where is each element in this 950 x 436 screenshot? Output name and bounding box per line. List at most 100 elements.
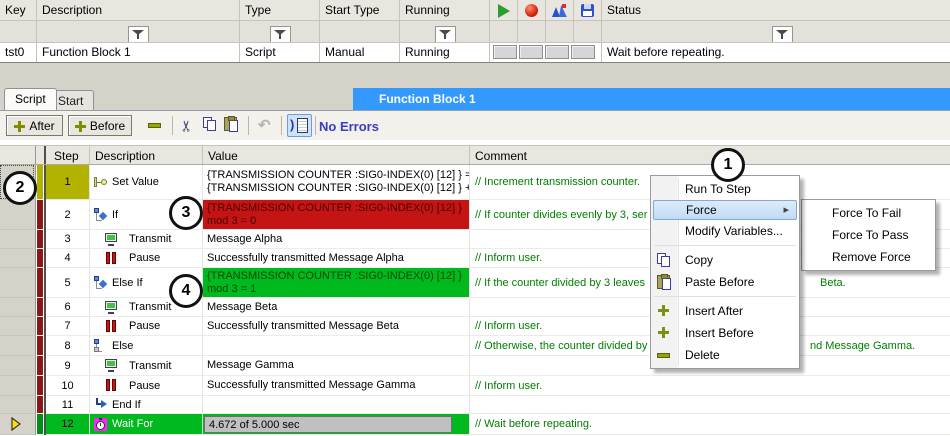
filter-funnel-icon[interactable] — [435, 26, 456, 43]
step-value-cell[interactable]: Message Gamma — [203, 356, 470, 376]
cell-start-type[interactable]: Manual — [320, 43, 400, 62]
annotation-circle-3: 3 — [169, 196, 203, 230]
step-number-cell[interactable]: 10 — [46, 376, 90, 396]
step-number-cell[interactable]: 4 — [46, 249, 90, 268]
step-number-cell[interactable]: 12 — [46, 414, 90, 435]
menu-item-insert-after[interactable]: Insert After — [651, 300, 799, 322]
menu-item-insert-before[interactable]: Insert Before — [651, 322, 799, 344]
copy-icon[interactable] — [203, 117, 217, 131]
annotation-circle-4: 4 — [169, 274, 203, 308]
insert-before-button[interactable]: Before — [68, 115, 132, 136]
step-value-cell[interactable]: Message Alpha — [203, 230, 470, 249]
step-description-label: Pause — [129, 252, 160, 264]
step-number-cell[interactable]: 8 — [46, 336, 90, 356]
step-number-cell[interactable]: 11 — [46, 396, 90, 414]
menu-item-modify-variables[interactable]: Modify Variables... — [651, 220, 799, 242]
submenu-item-force-to-fail[interactable]: Force To Fail — [802, 202, 935, 224]
row-gutter-cell[interactable] — [0, 376, 36, 396]
step-description-cell[interactable]: Pause — [90, 317, 203, 336]
step-description-cell[interactable]: Transmit — [90, 356, 203, 376]
row-state-strip — [36, 376, 46, 396]
paste-icon[interactable] — [224, 117, 237, 131]
step-description-label: Else If — [112, 277, 143, 289]
play-icon[interactable] — [490, 0, 518, 21]
menu-item-paste-before[interactable]: Paste Before — [651, 271, 799, 293]
script-step-row: 6TransmitMessage Beta — [0, 298, 950, 317]
submenu-item-remove-force[interactable]: Remove Force — [802, 246, 935, 268]
step-description-label: Pause — [129, 320, 160, 332]
step-value-cell[interactable]: Message Beta — [203, 298, 470, 317]
step-value-cell[interactable]: Successfully transmitted Message Beta — [203, 317, 470, 336]
row-gutter-cell[interactable] — [0, 356, 36, 376]
step-value-cell[interactable]: Successfully transmitted Message Gamma — [203, 376, 470, 396]
no-errors-status: No Errors — [319, 119, 379, 134]
step-number-cell[interactable]: 5 — [46, 268, 90, 298]
cell-status[interactable]: Wait before repeating. — [602, 43, 950, 62]
script-step-row: 7 Pause Successfully transmitted Message B… — [0, 317, 950, 336]
menu-item-copy[interactable]: Copy — [651, 249, 799, 271]
step-value-cell[interactable]: {TRANSMISSION COUNTER :SIG0-INDEX(0) [12… — [203, 200, 470, 230]
state-button[interactable] — [493, 45, 517, 59]
step-description-cell[interactable]: End If — [90, 396, 203, 414]
step-value-cell[interactable] — [203, 336, 470, 356]
row-gutter-cell[interactable] — [0, 396, 36, 414]
step-number-cell[interactable]: 1 — [46, 165, 90, 200]
cell-type[interactable]: Script — [240, 43, 320, 62]
step-value-cell[interactable] — [203, 396, 470, 414]
row-gutter-cell[interactable] — [0, 298, 36, 317]
step-value-cell[interactable]: {TRANSMISSION COUNTER :SIG0-INDEX(0) [12… — [203, 268, 470, 298]
step-value-cell[interactable]: Successfully transmitted Message Alpha — [203, 249, 470, 268]
row-gutter-cell[interactable] — [0, 317, 36, 336]
monitor-header-row: Key Description Type Start Type Running … — [0, 0, 950, 21]
row-gutter-cell[interactable] — [0, 249, 36, 268]
step-number-cell[interactable]: 7 — [46, 317, 90, 336]
filter-funnel-icon[interactable] — [772, 26, 793, 43]
menu-item-delete[interactable]: Delete — [651, 344, 799, 366]
toolbar-separator — [281, 116, 282, 135]
step-comment-cell[interactable] — [470, 396, 950, 414]
step-comment-cell[interactable]: // Wait before repeating. — [470, 414, 950, 435]
cell-description[interactable]: Function Block 1 — [37, 43, 240, 62]
function-block-row[interactable]: tst0 Function Block 1 Script Manual Runn… — [0, 43, 950, 62]
step-description-cell[interactable]: Else — [90, 336, 203, 356]
step-number-cell[interactable]: 3 — [46, 230, 90, 249]
menu-item-force[interactable]: Force▸ — [653, 200, 797, 220]
step-value-cell[interactable]: {TRANSMISSION COUNTER :SIG0-INDEX(0) [12… — [203, 165, 470, 200]
delete-step-icon[interactable] — [148, 123, 161, 128]
script-view-toggle-button[interactable] — [287, 114, 312, 137]
step-description-cell[interactable]: Pause — [90, 376, 203, 396]
filter-funnel-icon[interactable] — [270, 26, 291, 43]
tab-script[interactable]: Script — [4, 88, 57, 110]
undo-icon[interactable] — [258, 116, 271, 134]
step-number-cell[interactable]: 9 — [46, 356, 90, 376]
cell-key[interactable]: tst0 — [0, 43, 37, 62]
step-description-cell[interactable]: Wait For — [90, 414, 203, 435]
row-gutter-cell[interactable] — [0, 414, 36, 435]
cut-icon[interactable] — [177, 120, 195, 133]
paste-icon — [657, 275, 670, 289]
step-number-cell[interactable]: 2 — [46, 200, 90, 230]
step-description-cell[interactable]: Set Value — [90, 165, 203, 200]
graph-icon[interactable] — [546, 0, 574, 21]
else-icon — [94, 339, 107, 352]
submenu-item-force-to-pass[interactable]: Force To Pass — [802, 224, 935, 246]
step-description-cell[interactable]: Pause — [90, 249, 203, 268]
row-gutter-cell[interactable] — [0, 336, 36, 356]
save-icon[interactable] — [574, 0, 602, 21]
row-gutter-cell[interactable] — [0, 230, 36, 249]
step-value-cell[interactable]: 4.672 of 5.000 sec — [203, 414, 470, 435]
step-number-cell[interactable]: 6 — [46, 298, 90, 317]
filter-funnel-icon[interactable] — [128, 26, 149, 43]
state-button[interactable] — [519, 45, 543, 59]
state-button[interactable] — [571, 45, 595, 59]
step-description-cell[interactable]: Transmit — [90, 230, 203, 249]
row-gutter-cell[interactable] — [0, 268, 36, 298]
col-header-description: Description — [37, 0, 240, 21]
cell-running[interactable]: Running — [400, 43, 490, 62]
state-button[interactable] — [545, 45, 569, 59]
step-comment-cell[interactable]: // Inform user. — [470, 376, 950, 396]
script-step-row: 9TransmitMessage Gamma — [0, 356, 950, 376]
insert-after-button[interactable]: After — [6, 115, 63, 136]
stop-icon[interactable] — [518, 0, 546, 21]
value-line: {TRANSMISSION COUNTER :SIG0-INDEX(0) [12… — [207, 202, 469, 215]
